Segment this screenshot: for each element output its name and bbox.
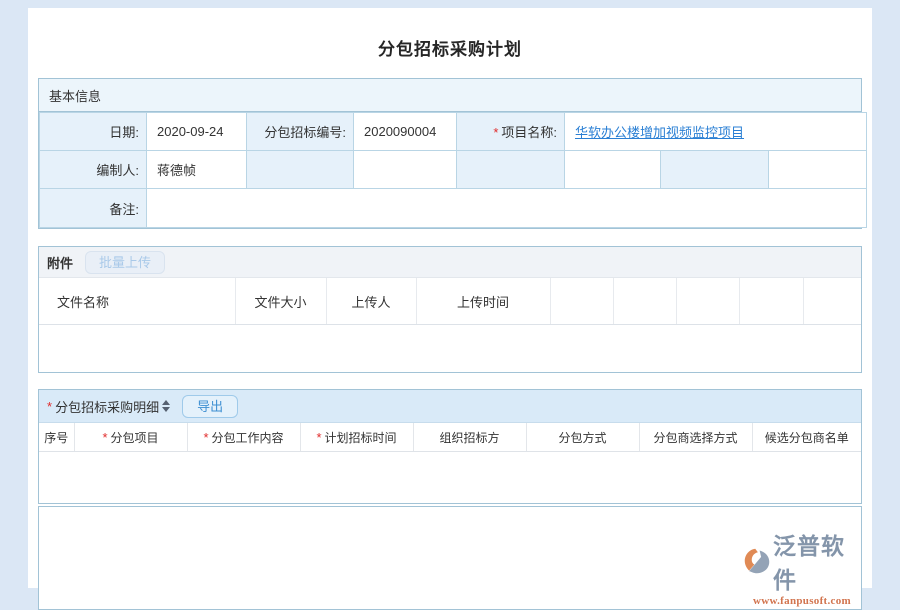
- basic-info-row-remark: 备注:: [40, 189, 867, 228]
- page-title: 分包招标采购计划: [28, 8, 872, 60]
- bid-number-value: 2020090004: [354, 113, 457, 151]
- date-label: 日期:: [40, 113, 147, 151]
- detail-section: * 分包招标采购明细 导出 序号 *分包项目 *分包工作内容 *计划招标时间 组…: [38, 389, 862, 504]
- attachments-header-row: 文件名称 文件大小 上传人 上传时间: [39, 278, 861, 325]
- detail-table: 序号 *分包项目 *分包工作内容 *计划招标时间 组织招标方 分包方式 分包商选…: [39, 423, 861, 452]
- batch-upload-button[interactable]: 批量上传: [85, 251, 165, 274]
- attachments-section: 附件 批量上传 文件名称 文件大小 上传人 上传时间: [38, 246, 862, 373]
- detail-title: 分包招标采购明细: [55, 397, 159, 416]
- required-mark-icon: *: [493, 125, 498, 140]
- required-mark-icon: *: [316, 430, 321, 445]
- empty-value-cell: [769, 151, 867, 189]
- empty-column: [739, 278, 803, 325]
- column-seq: 序号: [39, 423, 74, 452]
- main-panel: 分包招标采购计划 基本信息 日期: 2020-09-24 分包招标编号: 202…: [28, 8, 872, 588]
- detail-section-header: * 分包招标采购明细 导出: [39, 390, 861, 423]
- column-planned-bid-time: *计划招标时间: [300, 423, 413, 452]
- project-name-cell: 华软办公楼增加视频监控项目: [565, 113, 867, 151]
- column-candidate-list: 候选分包商名单: [752, 423, 861, 452]
- empty-column: [613, 278, 676, 325]
- empty-column: [676, 278, 739, 325]
- column-work-content: *分包工作内容: [187, 423, 300, 452]
- brand-row: 泛普软件: [743, 527, 861, 595]
- basic-info-table: 日期: 2020-09-24 分包招标编号: 2020090004 *项目名称:…: [39, 112, 867, 228]
- footer-panel: 泛普软件 www.fanpusoft.com: [38, 506, 862, 610]
- bid-number-label: 分包招标编号:: [247, 113, 354, 151]
- column-subcontract-item: *分包项目: [74, 423, 187, 452]
- brand-name: 泛普软件: [773, 527, 861, 595]
- empty-column: [550, 278, 613, 325]
- empty-value-cell: [565, 151, 661, 189]
- empty-label-cell: [457, 151, 565, 189]
- brand-logo: 泛普软件 www.fanpusoft.com: [743, 527, 861, 607]
- column-selection-method: 分包商选择方式: [639, 423, 752, 452]
- arrow-up-icon: [162, 400, 170, 405]
- column-subcontract-method: 分包方式: [526, 423, 639, 452]
- brand-url: www.fanpusoft.com: [753, 595, 851, 607]
- empty-column: [803, 278, 861, 325]
- project-name-label-text: 项目名称:: [501, 125, 557, 140]
- project-name-label: *项目名称:: [457, 113, 565, 151]
- export-button[interactable]: 导出: [182, 395, 238, 418]
- basic-info-section: 基本信息 日期: 2020-09-24 分包招标编号: 2020090004 *…: [38, 78, 862, 229]
- column-uploader: 上传人: [326, 278, 416, 325]
- creator-label: 编制人:: [40, 151, 147, 189]
- basic-info-row-2: 编制人: 蒋德帧: [40, 151, 867, 189]
- attachments-table: 文件名称 文件大小 上传人 上传时间: [39, 278, 861, 325]
- remark-value: [147, 189, 867, 228]
- column-file-size: 文件大小: [235, 278, 326, 325]
- basic-info-row-1: 日期: 2020-09-24 分包招标编号: 2020090004 *项目名称:…: [40, 113, 867, 151]
- column-bid-organizer: 组织招标方: [413, 423, 526, 452]
- arrow-down-icon: [162, 407, 170, 412]
- detail-header-row: 序号 *分包项目 *分包工作内容 *计划招标时间 组织招标方 分包方式 分包商选…: [39, 423, 861, 452]
- required-mark-icon: *: [203, 430, 208, 445]
- attachments-section-header: 附件 批量上传: [39, 247, 861, 278]
- date-value: 2020-09-24: [147, 113, 247, 151]
- remark-label: 备注:: [40, 189, 147, 228]
- empty-value-cell: [354, 151, 457, 189]
- column-file-name: 文件名称: [39, 278, 235, 325]
- required-mark-icon: *: [47, 399, 52, 414]
- attachments-title: 附件: [47, 253, 73, 272]
- creator-value: 蒋德帧: [147, 151, 247, 189]
- sort-toggle-icon[interactable]: [162, 400, 170, 412]
- empty-label-cell: [247, 151, 354, 189]
- column-upload-time: 上传时间: [416, 278, 550, 325]
- empty-label-cell: [661, 151, 769, 189]
- attachments-empty-body: [39, 325, 861, 372]
- required-mark-icon: *: [102, 430, 107, 445]
- detail-empty-body: [39, 452, 861, 503]
- project-link[interactable]: 华软办公楼增加视频监控项目: [575, 125, 744, 140]
- basic-info-section-header: 基本信息: [39, 79, 861, 112]
- fanpu-swirl-icon: [743, 547, 771, 575]
